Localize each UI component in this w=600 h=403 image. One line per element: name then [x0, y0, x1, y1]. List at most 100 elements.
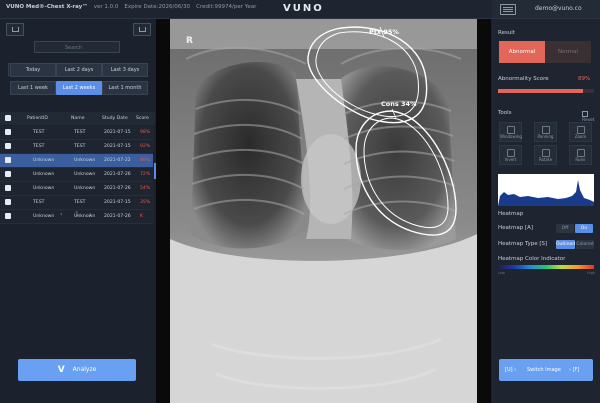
- row-score: 35%: [140, 200, 151, 205]
- invert-icon: [507, 149, 515, 157]
- histogram[interactable]: [498, 174, 594, 206]
- table-row[interactable]: Unknown Unknown 2021-07-26 54%: [0, 182, 153, 196]
- heatmap-outlined-button[interactable]: Outlined: [556, 240, 575, 249]
- col-study-date[interactable]: Study Date: [102, 112, 128, 125]
- row-date: 2021-07-22: [104, 158, 131, 163]
- row-checkbox[interactable]: [5, 171, 11, 177]
- row-score: 89%: [140, 158, 151, 163]
- color-low-label: Low: [498, 271, 505, 275]
- select-all-checkbox[interactable]: [5, 115, 11, 121]
- result-panel: Result Abnormal Normal Abnormality Score…: [492, 19, 600, 403]
- study-list-panel: Search 2021-07-12 ~ 2021-07-26 Today Las…: [0, 19, 156, 403]
- heatmap-colored-button[interactable]: Colored: [576, 240, 594, 249]
- prev-page-button[interactable]: ‹: [60, 211, 62, 218]
- download-icon[interactable]: [6, 23, 24, 36]
- windowing-icon: [507, 126, 515, 134]
- app-version: ver 1.0.0: [93, 4, 119, 10]
- heatmap-type-label: Heatmap Type [S]: [498, 241, 548, 247]
- row-patientid: Unknown: [33, 214, 55, 219]
- panning-tool[interactable]: Panning: [534, 122, 557, 142]
- ruler-tool[interactable]: Ruler: [569, 145, 592, 165]
- abnormality-score-value: 89%: [578, 76, 591, 82]
- row-patientid: TEST: [33, 130, 45, 135]
- row-checkbox[interactable]: [5, 213, 11, 219]
- orientation-marker: R: [186, 36, 193, 46]
- search-input[interactable]: Search: [34, 41, 120, 53]
- table-row[interactable]: Unknown Unknown 2021-07-26 72%: [0, 168, 153, 182]
- zoom-label: Zoom: [574, 134, 587, 139]
- invert-tool[interactable]: Invert: [499, 145, 522, 165]
- next-page-button[interactable]: ›: [89, 211, 91, 218]
- row-checkbox[interactable]: [5, 143, 11, 149]
- app-name: VUNO Med®-Chest X-ray™: [6, 4, 88, 10]
- range-3-days-button[interactable]: Last 3 days: [102, 63, 148, 77]
- rotate-tool[interactable]: Rotate: [534, 145, 557, 165]
- switch-next-hint: › [F]: [569, 367, 580, 373]
- table-row[interactable]: TEST TEST 2021-07-15 92%: [0, 140, 153, 154]
- zoom-tool[interactable]: Zoom: [569, 122, 592, 142]
- panning-icon: [542, 126, 550, 134]
- result-title: Result: [498, 30, 515, 36]
- vuno-v-icon: V: [57, 365, 65, 375]
- row-date: 2021-07-26: [104, 214, 131, 219]
- table-row[interactable]: TEST TEST 2021-07-15 98%: [0, 126, 153, 140]
- range-1-month-button[interactable]: Last 1 month: [102, 81, 148, 95]
- tools-title: Tools: [498, 110, 512, 116]
- heatmap-off-button[interactable]: Off: [556, 224, 574, 233]
- analyze-label: Analyze: [72, 366, 97, 373]
- switch-image-label: Switch Image: [527, 367, 561, 373]
- row-checkbox[interactable]: [5, 199, 11, 205]
- analyze-button[interactable]: V Analyze: [18, 359, 136, 381]
- row-name: Unknown: [74, 158, 96, 163]
- windowing-label: Windowing: [500, 134, 522, 139]
- col-score[interactable]: Score: [136, 112, 149, 125]
- heatmap-title: Heatmap: [498, 211, 524, 217]
- row-date: 2021-07-15: [104, 144, 131, 149]
- abnormality-score-title: Abnormality Score: [498, 76, 549, 82]
- row-checkbox[interactable]: [5, 157, 11, 163]
- range-2-weeks-button[interactable]: Last 2 weeks: [56, 81, 102, 95]
- row-name: TEST: [74, 200, 86, 205]
- heatmap-color-bar: [498, 265, 594, 269]
- reset-box-icon: [582, 111, 588, 117]
- switch-image-button[interactable]: [U] ‹ Switch Image › [F]: [499, 359, 593, 381]
- ruler-icon: [577, 149, 585, 157]
- user-email[interactable]: demo@vuno.co: [535, 5, 582, 12]
- table-row-selected[interactable]: Unknown Unknown 2021-07-22 89%: [0, 154, 153, 168]
- zoom-icon: [577, 126, 585, 134]
- top-bar: VUNO Med®-Chest X-ray™ ver 1.0.0 Expire Da…: [0, 0, 600, 19]
- col-patientid[interactable]: PatientID: [27, 112, 48, 125]
- keyboard-icon[interactable]: [500, 4, 516, 15]
- heatmap-color-title: Heatmap Color Indicator: [498, 256, 566, 262]
- heatmap-on-button[interactable]: On: [575, 224, 593, 233]
- row-checkbox[interactable]: [5, 129, 11, 135]
- ptx-label: Ptx 95%: [369, 28, 399, 36]
- page-number[interactable]: 1: [75, 211, 79, 218]
- windowing-tool[interactable]: Windowing: [499, 122, 522, 142]
- xray-viewer[interactable]: Ptx 95% Cons 34%: [156, 19, 491, 403]
- row-name: TEST: [74, 144, 86, 149]
- table-header: PatientID Name Study Date Score: [0, 112, 155, 125]
- histogram-graph: [498, 180, 594, 206]
- row-name: TEST: [74, 130, 86, 135]
- range-1-week-button[interactable]: Last 1 week: [10, 81, 56, 95]
- heatmap-toggle-label: Heatmap [A]: [498, 225, 534, 231]
- vuno-logo: VUNO: [283, 3, 324, 14]
- row-date: 2021-07-15: [104, 130, 131, 135]
- range-2-days-button[interactable]: Last 2 days: [56, 63, 102, 77]
- row-date: 2021-07-15: [104, 200, 131, 205]
- row-patientid: TEST: [33, 144, 45, 149]
- credit-info: Credit:99974/per Year: [196, 4, 257, 10]
- col-name[interactable]: Name: [71, 112, 85, 125]
- row-patientid: TEST: [33, 200, 45, 205]
- row-date: 2021-07-26: [104, 172, 131, 177]
- color-high-label: High: [587, 271, 596, 275]
- switch-prev-hint: [U] ‹: [505, 367, 517, 373]
- row-checkbox[interactable]: [5, 185, 11, 191]
- range-today-button[interactable]: Today: [10, 63, 56, 77]
- table-row[interactable]: TEST TEST 2021-07-15 35%: [0, 196, 153, 210]
- rotate-label: Rotate: [538, 157, 553, 162]
- row-score: 54%: [140, 186, 151, 191]
- row-name: Unknown: [74, 186, 96, 191]
- trash-icon[interactable]: [133, 23, 151, 36]
